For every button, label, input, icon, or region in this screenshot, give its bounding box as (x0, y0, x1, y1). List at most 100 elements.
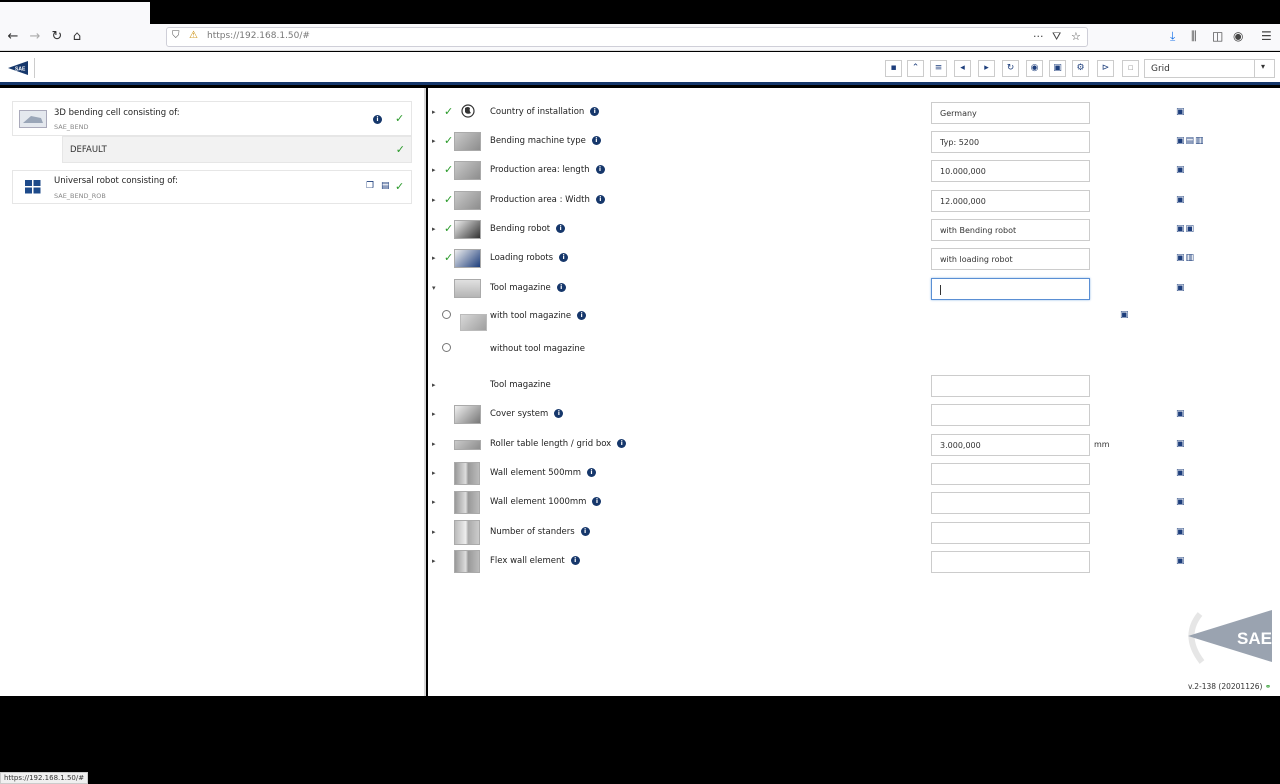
sidebar-icon[interactable]: ◫ (1212, 29, 1223, 43)
expand-caret-icon[interactable]: ▸ (432, 410, 436, 418)
module-card-universal-robot[interactable]: Universal robot consisting of: SAE_BEND_… (12, 170, 412, 204)
info-icon[interactable]: i (595, 165, 605, 174)
list-icon[interactable]: ≡ (930, 60, 947, 77)
image-icon[interactable]: ▣ (1176, 165, 1186, 175)
info-icon[interactable]: i (587, 468, 597, 477)
account-icon[interactable]: ◉ (1233, 29, 1243, 43)
info-icon[interactable]: i (617, 439, 627, 448)
image-icon[interactable]: ▣ (1176, 497, 1186, 507)
config-value-field[interactable] (931, 463, 1090, 485)
config-row-wall-1000[interactable]: ▸ Wall element 1000mm i ▣ (428, 488, 1280, 517)
option-label-text[interactable]: with tool magazine (490, 311, 571, 321)
image-icons[interactable]: ▣▣ (1176, 224, 1195, 234)
info-icon[interactable]: i (592, 497, 602, 506)
config-row-bending-robot[interactable]: ▸ ✓ Bending robot i with Bending robot ▣▣ (428, 215, 1280, 244)
expand-caret-icon[interactable]: ▸ (432, 498, 436, 506)
forward-icon[interactable]: → (25, 27, 45, 47)
upload-icon[interactable]: ⌃ (907, 60, 924, 77)
expand-caret-icon[interactable]: ▸ (432, 137, 436, 145)
config-value-field[interactable] (931, 522, 1090, 544)
radio-button[interactable] (442, 343, 451, 352)
config-value-field[interactable]: 10.000,000 (931, 160, 1090, 182)
config-value-field[interactable]: 3.000,000 (931, 434, 1090, 456)
reload-icon[interactable]: ↻ (47, 27, 67, 47)
config-row-flex-wall[interactable]: ▸ Flex wall element i ▣ (428, 547, 1280, 576)
config-value-field[interactable] (931, 492, 1090, 514)
info-icon[interactable]: i (595, 195, 605, 204)
expand-caret-icon[interactable]: ▸ (432, 166, 436, 174)
info-icon[interactable]: i (577, 311, 587, 320)
expand-caret-icon[interactable]: ▸ (432, 528, 436, 536)
tag-icon[interactable]: ⊳ (1097, 60, 1114, 77)
image-icon[interactable]: ▣ (1176, 527, 1186, 537)
lock-warning-icon[interactable]: ⚠ (189, 30, 198, 41)
save-icon[interactable]: ▪ (885, 60, 902, 77)
image-icon[interactable]: ▣ (1176, 468, 1186, 478)
info-disabled-icon[interactable]: ▫ (1122, 60, 1139, 77)
library-icon[interactable]: ⫼ (1191, 29, 1197, 44)
config-row-number-of-standers[interactable]: ▸ Number of standers i ▣ (428, 518, 1280, 547)
option-without-tool-magazine[interactable]: without tool magazine (428, 338, 1280, 366)
url-text[interactable]: https://192.168.1.50/# (207, 31, 310, 41)
chevron-down-icon[interactable]: ▾ (1261, 62, 1265, 71)
option-label[interactable]: with tool magazine i (490, 311, 587, 321)
image-icon[interactable]: ▣ (1176, 107, 1186, 117)
link-icon[interactable]: ⚭ (1265, 682, 1271, 691)
settings-gear-icon[interactable]: ⚙ (1072, 60, 1089, 77)
expand-caret-icon[interactable]: ▸ (432, 254, 436, 262)
config-row-production-width[interactable]: ▸ ✓ Production area : Width i 12.000,000 … (428, 186, 1280, 215)
config-value-field[interactable] (931, 375, 1090, 397)
config-value-field-focused[interactable] (931, 278, 1090, 300)
url-bar[interactable]: ⛉ ⚠ https://192.168.1.50/# ··· ⛛ ☆ (166, 27, 1088, 47)
save-alt-icon[interactable]: ▣ (1049, 60, 1066, 77)
config-row-bending-machine-type[interactable]: ▸ ✓ Bending machine type i Typ: 5200 ▣▤▥ (428, 127, 1280, 156)
config-value-field[interactable]: 12.000,000 (931, 190, 1090, 212)
config-row-tool-magazine-expanded[interactable]: ▾ Tool magazine i ▣ (428, 274, 1280, 303)
info-icon[interactable]: i (373, 115, 382, 124)
download-icon[interactable]: ⤓ (1170, 29, 1175, 44)
config-row-wall-500[interactable]: ▸ Wall element 500mm i ▣ (428, 459, 1280, 488)
info-icon[interactable]: i (580, 527, 590, 536)
info-icon[interactable]: i (590, 107, 600, 116)
image-icon[interactable]: ▣ (1120, 310, 1129, 320)
radio-button[interactable] (442, 310, 451, 319)
expand-caret-icon[interactable]: ▸ (432, 108, 436, 116)
info-icon[interactable]: i (559, 253, 569, 262)
image-icon[interactable]: ▣ (1176, 409, 1186, 419)
document-icon[interactable]: ▤ (381, 181, 390, 191)
image-icon[interactable]: ▣ (1176, 283, 1186, 293)
config-value-field[interactable]: with Bending robot (931, 219, 1090, 241)
config-value-field[interactable]: with loading robot (931, 248, 1090, 270)
info-icon[interactable]: i (570, 556, 580, 565)
previous-icon[interactable]: ◂ (954, 60, 971, 77)
image-document-icons[interactable]: ▣▤▥ (1176, 136, 1205, 146)
info-icon[interactable]: i (554, 409, 564, 418)
config-value-field[interactable]: Germany (931, 102, 1090, 124)
expand-caret-icon[interactable]: ▸ (432, 469, 436, 477)
collapse-caret-icon[interactable]: ▾ (432, 284, 436, 292)
browser-tab[interactable] (0, 2, 150, 24)
shield-icon[interactable]: ⛉ (172, 30, 180, 41)
expand-caret-icon[interactable]: ▸ (432, 381, 436, 389)
home-icon[interactable]: ⌂ (67, 27, 87, 47)
option-label[interactable]: without tool magazine (490, 344, 585, 354)
menu-icon[interactable]: ☰ (1261, 29, 1272, 43)
refresh-icon[interactable]: ↻ (1002, 60, 1019, 77)
expand-caret-icon[interactable]: ▸ (432, 557, 436, 565)
copy-icon[interactable]: ❐ (366, 181, 374, 191)
config-row-loading-robots[interactable]: ▸ ✓ Loading robots i with loading robot ▣… (428, 244, 1280, 273)
expand-caret-icon[interactable]: ▸ (432, 225, 436, 233)
expand-caret-icon[interactable]: ▸ (432, 196, 436, 204)
variant-default[interactable]: DEFAULT ✓ (62, 136, 412, 163)
bookmark-star-icon[interactable]: ☆ (1071, 30, 1081, 43)
info-icon[interactable]: i (556, 283, 566, 292)
info-icon[interactable]: i (591, 136, 601, 145)
page-actions-icon[interactable]: ··· (1033, 30, 1044, 43)
image-document-icons[interactable]: ▣▥ (1176, 253, 1195, 263)
module-card-bending-cell[interactable]: 3D bending cell consisting of: SAE_BEND … (12, 101, 412, 136)
info-icon[interactable]: i (556, 224, 566, 233)
image-icon[interactable]: ▣ (1176, 439, 1186, 449)
pocket-icon[interactable]: ⛛ (1052, 30, 1061, 44)
config-row-roller-table[interactable]: ▸ Roller table length / grid box i 3.000,… (428, 430, 1280, 459)
config-row-cover-system[interactable]: ▸ Cover system i ▣ (428, 400, 1280, 429)
